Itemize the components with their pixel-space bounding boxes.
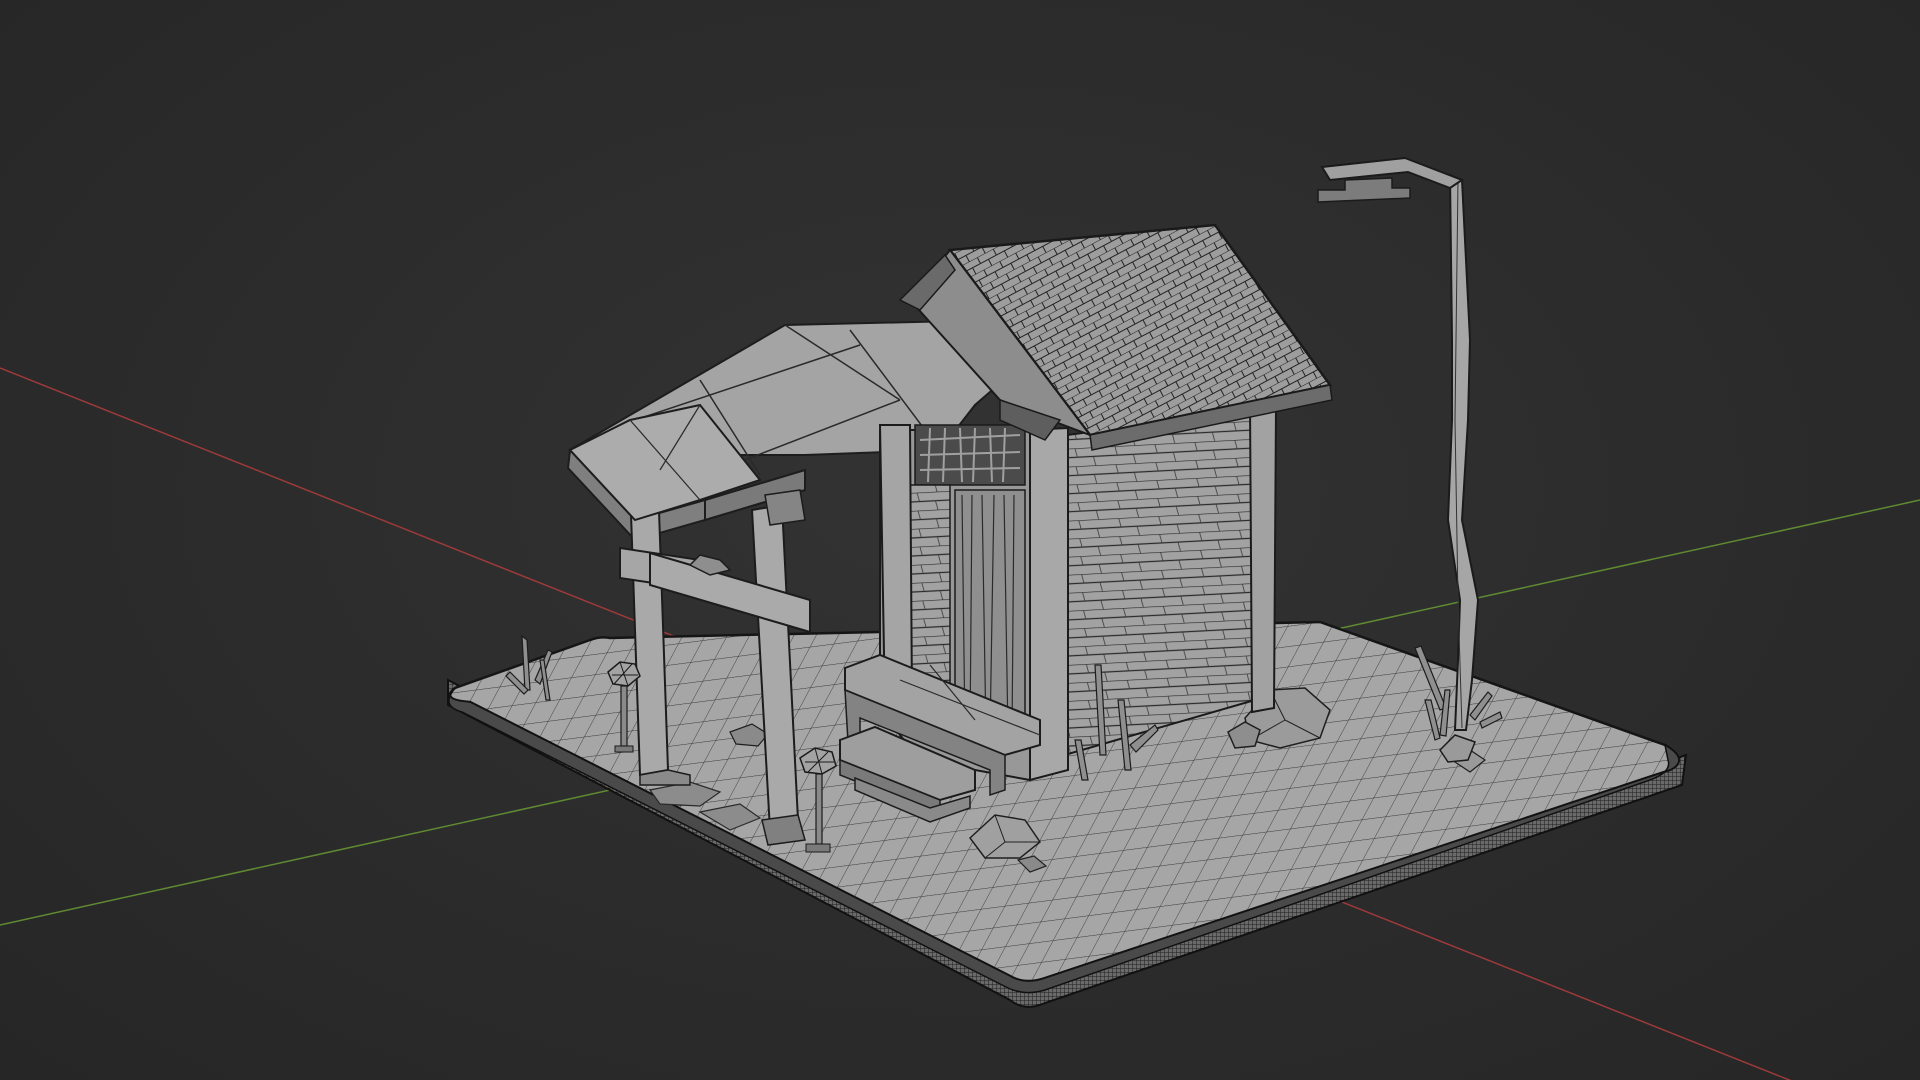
hut-post-back [1248,403,1278,714]
3d-viewport[interactable] [0,0,1920,1080]
lamp-head [1317,177,1411,203]
lamp-pole [1446,173,1480,731]
viewport-canvas[interactable] [0,0,1920,1080]
